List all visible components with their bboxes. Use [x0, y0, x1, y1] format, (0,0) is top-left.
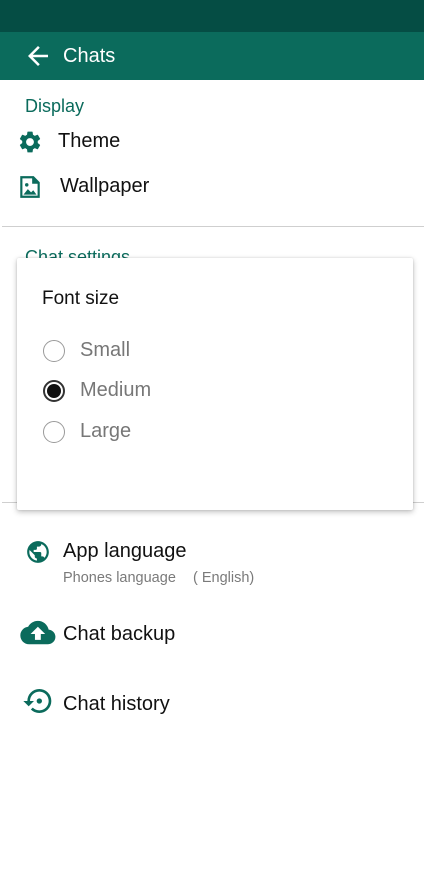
chat-history-item[interactable]: Chat history [0, 684, 424, 722]
app-bar: Chats [0, 32, 424, 80]
chat-backup-label: Chat backup [63, 623, 176, 645]
chat-backup-item[interactable]: Chat backup [0, 616, 424, 652]
app-language-item[interactable]: App language Phones language ( English) [0, 534, 424, 594]
font-size-option-small[interactable]: Small [43, 339, 130, 362]
cloud-upload-icon [18, 618, 56, 650]
status-bar [0, 0, 424, 32]
gear-icon [16, 128, 44, 156]
chat-history-label: Chat history [63, 693, 170, 715]
theme-item[interactable]: Theme [0, 124, 424, 160]
arrow-left-icon [28, 46, 48, 66]
section-header-display: Display [25, 96, 85, 116]
image-icon [16, 173, 44, 201]
section-header-chat-settings: Chat settings [25, 248, 131, 258]
option-label: Medium [80, 379, 152, 401]
app-language-label: App language [63, 540, 187, 562]
theme-label: Theme [58, 130, 121, 152]
option-label: Large [80, 420, 132, 442]
font-size-option-large[interactable]: Large [43, 420, 131, 443]
globe-icon [24, 538, 52, 566]
divider [2, 226, 424, 227]
font-size-option-medium[interactable]: Medium [43, 379, 151, 402]
radio-checked-icon[interactable] [43, 379, 65, 402]
app-language-value: ( English) [193, 570, 255, 586]
wallpaper-label: Wallpaper [60, 175, 150, 197]
page-title: Chats [63, 44, 116, 67]
radio-unchecked-icon[interactable] [43, 339, 65, 362]
app-language-sub-label: Phones language [63, 570, 176, 586]
option-label: Small [80, 339, 131, 361]
font-size-dialog: Font size Small Medium Large [17, 258, 413, 510]
history-icon [21, 685, 55, 717]
dialog-title: Font size [42, 288, 120, 309]
radio-unchecked-icon[interactable] [43, 420, 65, 443]
back-button[interactable] [18, 36, 58, 76]
wallpaper-item[interactable]: Wallpaper [0, 169, 424, 205]
